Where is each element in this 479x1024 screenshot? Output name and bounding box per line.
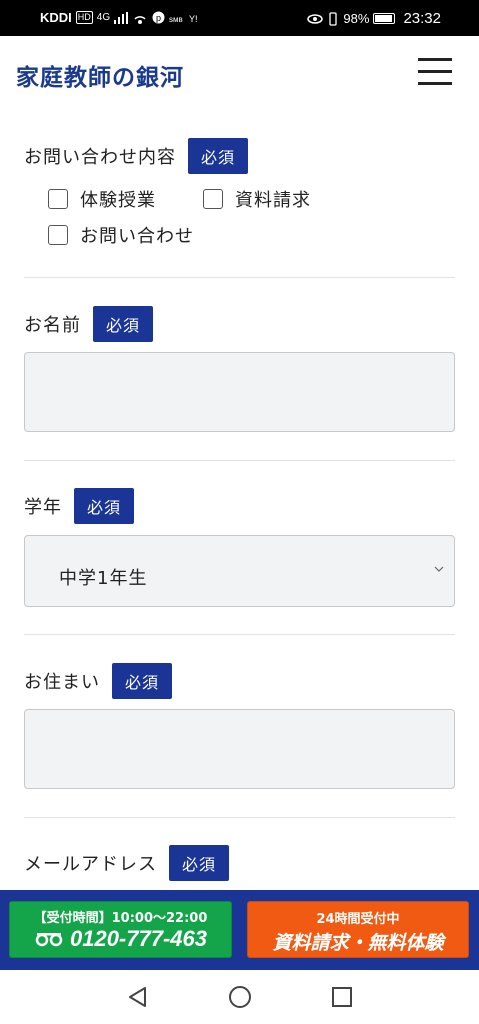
status-right: 98% 23:32: [307, 10, 441, 27]
request-main-label: 資料請求・無料体験: [272, 932, 444, 954]
chevron-down-icon: [434, 566, 444, 572]
grade-label: 学年: [24, 497, 62, 518]
checkbox-box[interactable]: [203, 189, 223, 209]
site-logo[interactable]: 家庭教師の銀河: [16, 58, 184, 92]
checkbox-label: お問い合わせ: [80, 226, 194, 247]
address-input[interactable]: [24, 709, 455, 789]
carrier-name: KDDI: [40, 10, 72, 25]
grade-field-label: 学年 必須: [24, 488, 135, 524]
cta-bar: 【受付時間】10:00〜22:00 0120-777-463 24時間受付中 資…: [0, 890, 479, 970]
clock: 23:32: [403, 10, 441, 27]
home-circle-icon[interactable]: [227, 984, 253, 1010]
required-badge: 必須: [169, 845, 230, 881]
phone-hours: 【受付時間】10:00〜22:00: [33, 911, 208, 926]
recents-square-icon[interactable]: [329, 984, 355, 1010]
grade-select[interactable]: 中学1年生: [24, 535, 455, 607]
signal-icon: [114, 11, 129, 24]
menu-bar: [418, 82, 452, 85]
checkbox-box[interactable]: [48, 189, 68, 209]
phone-number-row: 0120-777-463: [10, 926, 231, 952]
request-materials-button[interactable]: 24時間受付中 資料請求・無料体験: [247, 901, 469, 958]
status-bar: KDDI HD 4G p sмв Y! 98% 23:32: [0, 0, 479, 36]
vibrate-icon: [329, 11, 338, 26]
yahoo-icon: Y!: [189, 14, 198, 23]
wifi-hotspot-icon: [134, 15, 146, 24]
checkbox-request-materials[interactable]: 資料請求: [203, 186, 311, 212]
address-label: お住まい: [24, 672, 100, 693]
divider: [24, 277, 455, 278]
freedial-icon: [35, 933, 63, 947]
required-badge: 必須: [74, 488, 135, 524]
inquiry-field-label: お問い合わせ内容 必須: [24, 138, 249, 174]
system-nav-bar: [0, 970, 479, 1024]
required-badge: 必須: [188, 138, 249, 174]
divider: [24, 817, 455, 818]
checkbox-label: 資料請求: [235, 190, 311, 211]
grade-select-value: 中学1年生: [59, 568, 148, 589]
email-field-label: メールアドレス 必須: [24, 845, 230, 881]
status-left: KDDI HD 4G p sмв Y!: [40, 10, 203, 25]
hd-badge: HD: [75, 11, 93, 24]
hamburger-menu-button[interactable]: [418, 56, 454, 88]
required-badge: 必須: [112, 663, 173, 699]
email-label: メールアドレス: [24, 854, 157, 875]
back-triangle-icon[interactable]: [125, 984, 151, 1010]
checkbox-trial-lesson[interactable]: 体験授業: [48, 186, 156, 212]
pinterest-icon: p: [152, 11, 165, 24]
inquiry-label: お問い合わせ内容: [24, 147, 176, 168]
battery-icon: [373, 13, 396, 24]
battery-percent: 98%: [343, 11, 370, 26]
app-icon: sмв: [169, 15, 183, 23]
phone-number: 0120-777-463: [69, 926, 207, 951]
request-sub-label: 24時間受付中: [316, 912, 400, 927]
call-button[interactable]: 【受付時間】10:00〜22:00 0120-777-463: [9, 901, 232, 958]
menu-bar: [418, 70, 452, 73]
svg-text:sмв: sмв: [169, 15, 183, 23]
name-label: お名前: [24, 315, 81, 336]
checkbox-inquiry[interactable]: お問い合わせ: [48, 222, 194, 248]
divider: [24, 460, 455, 461]
svg-text:Y!: Y!: [189, 14, 198, 23]
checkbox-label: 体験授業: [80, 190, 156, 211]
address-field-label: お住まい 必須: [24, 663, 173, 699]
svg-text:p: p: [156, 13, 161, 23]
eye-comfort-icon: [307, 13, 324, 24]
divider: [24, 634, 455, 635]
network-type: 4G: [96, 12, 111, 23]
required-badge: 必須: [93, 306, 154, 342]
name-input[interactable]: [24, 352, 455, 432]
site-header: 家庭教師の銀河: [0, 36, 479, 110]
checkbox-box[interactable]: [48, 225, 68, 245]
menu-bar: [418, 58, 452, 61]
name-field-label: お名前 必須: [24, 306, 154, 342]
